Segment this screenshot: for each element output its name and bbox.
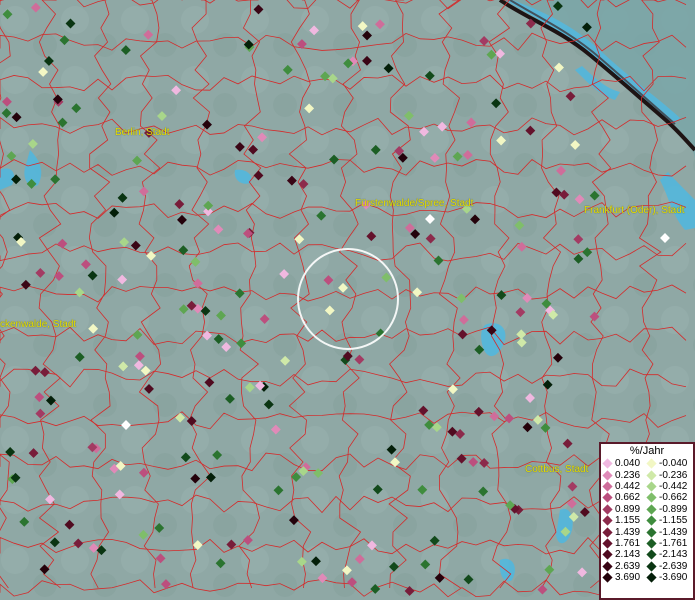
legend-value: -0.236 [659,469,688,481]
city-label-fuerstenwalde: Fürstenwalde/Spree, Stadt [355,198,474,209]
legend-value: -0.442 [659,480,688,492]
legend-row-negative: -0.236 [646,469,691,481]
legend-row-negative: -0.442 [646,480,691,492]
legend-row-positive: 0.236 [602,469,647,481]
legend-swatch [646,492,657,503]
legend-row-positive: 1.155 [602,515,647,527]
legend-swatch [646,526,657,538]
legend-value: -1.155 [659,515,688,527]
legend-value: 1.439 [615,526,641,538]
city-label-luckenwalde: ckenwalde, Stadt [0,319,77,330]
legend-row-positive: 1.761 [602,537,647,549]
legend-row-negative: -0.040 [646,458,691,470]
legend-row-negative: -0.662 [646,492,691,504]
legend-row-positive: 2.143 [602,549,647,561]
legend-row-negative: -1.761 [646,537,691,549]
legend-row-positive: 1.439 [602,526,647,538]
legend-value: 0.662 [615,492,641,504]
legend-row-positive: 0.899 [602,503,647,515]
city-label-berlin: Berlin, Stadt [115,127,170,138]
legend-value: 0.442 [615,480,641,492]
legend-value: -0.662 [659,492,688,504]
legend-swatch [646,549,657,560]
map-view[interactable]: Berlin, Stadt Fürstenwalde/Spree, Stadt … [0,0,695,600]
legend-swatch [646,458,657,469]
legend-row-positive: 0.662 [602,492,647,504]
legend-value: -2.143 [659,549,688,561]
legend-negative-column: -0.040 -0.236 -0.442 -0.662 -0.899 -1.155 -1.4… [646,458,691,584]
legend-swatch [646,469,657,481]
map-canvas [0,0,695,600]
legend-swatch [646,504,657,515]
legend-positive-column: 0.040 0.236 0.442 0.662 0.899 1.155 1.439 1.761… [602,458,647,584]
legend-row-positive: 0.040 [602,458,647,470]
city-label-frankfurt: Frankfurt (Oder), Stadt [584,205,685,216]
legend-value: -1.439 [659,526,688,538]
legend-value: 1.761 [615,537,641,549]
legend-row-negative: -1.439 [646,526,691,538]
legend-swatch [646,481,657,492]
legend-swatch [602,469,613,481]
legend-row-positive: 2.639 [602,560,647,572]
legend-swatch [646,538,657,549]
legend-swatch [602,572,613,583]
legend-row-negative: -1.155 [646,515,691,527]
legend-swatch [602,561,613,572]
legend-value: -3.690 [659,572,688,584]
legend-row-negative: -0.899 [646,503,691,515]
legend-row-negative: -2.639 [646,560,691,572]
legend-swatch [646,561,657,572]
legend-value: -0.040 [659,458,688,470]
legend-value: 1.155 [615,515,641,527]
legend-swatch [602,481,613,492]
legend-value: 0.899 [615,503,641,515]
legend-swatch [602,504,613,515]
legend-value: 2.143 [615,549,641,561]
legend-row-positive: 3.690 [602,572,647,584]
legend-swatch [602,549,613,560]
legend-value: 0.236 [615,469,641,481]
legend-value: 0.040 [615,458,641,470]
legend-title: %/Jahr [629,445,665,457]
legend-value: 2.639 [615,560,641,572]
legend-value: -2.639 [659,560,688,572]
legend-row-positive: 0.442 [602,480,647,492]
legend-swatch [602,538,613,549]
legend-value: -1.761 [659,537,688,549]
legend-row-negative: -3.690 [646,572,691,584]
legend-swatch [602,492,613,503]
legend-row-negative: -2.143 [646,549,691,561]
legend-value: -0.899 [659,503,688,515]
legend-value: 3.690 [615,572,641,584]
city-label-cottbus: Cottbus, Stadt [525,464,589,475]
legend-swatch [646,515,657,526]
legend-swatch [602,458,613,469]
legend-swatch [646,572,657,583]
legend-swatch [602,515,613,526]
legend-swatch [602,526,613,538]
legend-panel: %/Jahr 0.040 0.236 0.442 0.662 0.899 1.155 1.4… [599,442,695,600]
